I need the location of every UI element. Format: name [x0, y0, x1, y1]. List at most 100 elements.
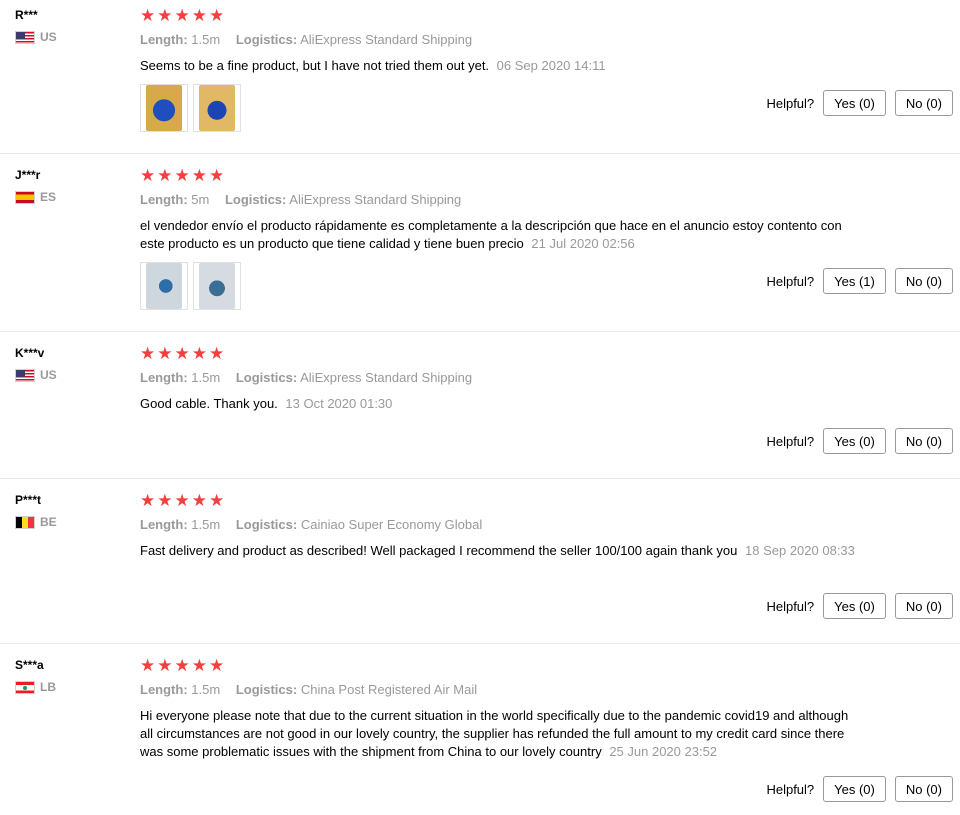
review-text: Hi everyone please note that due to the …	[140, 707, 860, 761]
country-code: US	[40, 30, 57, 44]
review-item: K***v US ★ ★ ★ ★ ★ Length: 1.5m Logistic…	[0, 346, 960, 479]
star-icon: ★	[157, 166, 173, 186]
star-icon: ★	[174, 344, 190, 364]
logistics-value: Cainiao Super Economy Global	[300, 517, 483, 532]
helpful-label: Helpful?	[766, 781, 815, 797]
helpful-label: Helpful?	[766, 598, 815, 614]
star-icon: ★	[174, 656, 190, 676]
helpful-no-button[interactable]: No (0)	[894, 268, 953, 294]
reviewer-country: LB	[15, 680, 56, 694]
reviewer-name: P***t	[15, 493, 42, 507]
helpful-yes-button[interactable]: Yes (0)	[823, 90, 886, 116]
length-value: 1.5m	[191, 517, 221, 532]
helpful-votes: Helpful? Yes (0) No (0)	[766, 776, 953, 802]
review-item: J***r ES ★ ★ ★ ★ ★ Length: 5m Logistics:…	[0, 168, 960, 332]
length-value: 1.5m	[191, 682, 221, 697]
review-meta: Length: 5m Logistics: AliExpress Standar…	[140, 192, 461, 207]
reviewer-country: BE	[15, 515, 57, 529]
logistics-value: China Post Registered Air Mail	[300, 682, 478, 697]
helpful-no-button[interactable]: No (0)	[894, 593, 953, 619]
es-flag-icon	[15, 190, 35, 204]
star-icon: ★	[191, 491, 207, 511]
helpful-no-button[interactable]: No (0)	[894, 90, 953, 116]
review-date: 18 Sep 2020 08:33	[745, 543, 855, 558]
helpful-no-button[interactable]: No (0)	[894, 428, 953, 454]
logistics-value: AliExpress Standard Shipping	[289, 192, 462, 207]
country-code: ES	[40, 190, 57, 204]
review-item: R*** US ★ ★ ★ ★ ★ Length: 1.5m Logistics…	[0, 8, 960, 154]
logistics-label: Logistics:	[235, 32, 298, 47]
logistics-label: Logistics:	[235, 517, 298, 532]
review-date: 25 Jun 2020 23:52	[609, 744, 718, 759]
review-photo-thumbnail[interactable]	[140, 262, 188, 310]
review-body: Seems to be a fine product, but I have n…	[140, 58, 490, 73]
helpful-yes-button[interactable]: Yes (0)	[823, 428, 886, 454]
review-text: Fast delivery and product as described! …	[140, 542, 860, 560]
helpful-label: Helpful?	[766, 273, 815, 289]
length-value: 5m	[191, 192, 210, 207]
review-date: 21 Jul 2020 02:56	[531, 236, 635, 251]
country-code: BE	[40, 515, 57, 529]
review-photo-thumbnail[interactable]	[140, 84, 188, 132]
review-photos	[140, 84, 241, 132]
length-label: Length:	[140, 32, 188, 47]
reviewer-country: ES	[15, 190, 56, 204]
us-flag-icon	[15, 30, 35, 44]
star-icon: ★	[209, 166, 225, 186]
length-label: Length:	[140, 682, 188, 697]
reviewer-country: US	[15, 368, 57, 382]
star-icon: ★	[157, 6, 173, 26]
helpful-votes: Helpful? Yes (0) No (0)	[766, 593, 953, 619]
star-rating: ★ ★ ★ ★ ★	[140, 168, 224, 185]
lb-flag-icon	[15, 680, 35, 694]
helpful-votes: Helpful? Yes (1) No (0)	[766, 268, 953, 294]
reviewer-name: S***a	[15, 658, 44, 672]
be-flag-icon	[15, 515, 35, 529]
helpful-yes-button[interactable]: Yes (0)	[823, 776, 886, 802]
star-icon: ★	[174, 166, 190, 186]
review-date: 13 Oct 2020 01:30	[285, 396, 393, 411]
helpful-no-button[interactable]: No (0)	[894, 776, 953, 802]
star-icon: ★	[140, 344, 156, 364]
length-value: 1.5m	[191, 32, 221, 47]
star-icon: ★	[174, 6, 190, 26]
reviewer-name: K***v	[15, 346, 45, 360]
helpful-votes: Helpful? Yes (0) No (0)	[766, 90, 953, 116]
reviewer-country: US	[15, 30, 57, 44]
review-photo-thumbnail[interactable]	[193, 84, 241, 132]
country-code: US	[40, 368, 57, 382]
star-icon: ★	[174, 491, 190, 511]
star-icon: ★	[191, 344, 207, 364]
review-text: Seems to be a fine product, but I have n…	[140, 57, 860, 75]
star-rating: ★ ★ ★ ★ ★	[140, 493, 224, 510]
reviewer-name: J***r	[15, 168, 41, 182]
logistics-label: Logistics:	[224, 192, 287, 207]
review-photos	[140, 262, 241, 310]
logistics-value: AliExpress Standard Shipping	[300, 370, 473, 385]
review-photo-thumbnail[interactable]	[193, 262, 241, 310]
helpful-yes-button[interactable]: Yes (1)	[823, 268, 886, 294]
review-item: S***a LB ★ ★ ★ ★ ★ Length: 1.5m Logistic…	[0, 658, 960, 815]
review-date: 06 Sep 2020 14:11	[496, 58, 606, 73]
length-value: 1.5m	[191, 370, 221, 385]
star-icon: ★	[140, 6, 156, 26]
us-flag-icon	[15, 368, 35, 382]
helpful-yes-button[interactable]: Yes (0)	[823, 593, 886, 619]
review-meta: Length: 1.5m Logistics: AliExpress Stand…	[140, 370, 472, 385]
length-label: Length:	[140, 370, 188, 385]
star-icon: ★	[191, 6, 207, 26]
star-rating: ★ ★ ★ ★ ★	[140, 658, 224, 675]
star-icon: ★	[191, 166, 207, 186]
helpful-label: Helpful?	[766, 433, 815, 449]
star-icon: ★	[191, 656, 207, 676]
country-code: LB	[40, 680, 56, 694]
review-item: P***t BE ★ ★ ★ ★ ★ Length: 1.5m Logistic…	[0, 493, 960, 644]
star-icon: ★	[209, 656, 225, 676]
review-text: el vendedor envío el producto rápidament…	[140, 217, 860, 253]
review-meta: Length: 1.5m Logistics: Cainiao Super Ec…	[140, 517, 482, 532]
star-rating: ★ ★ ★ ★ ★	[140, 8, 224, 25]
star-icon: ★	[140, 166, 156, 186]
review-body: Fast delivery and product as described! …	[140, 543, 738, 558]
review-meta: Length: 1.5m Logistics: AliExpress Stand…	[140, 32, 472, 47]
reviewer-name: R***	[15, 8, 38, 22]
